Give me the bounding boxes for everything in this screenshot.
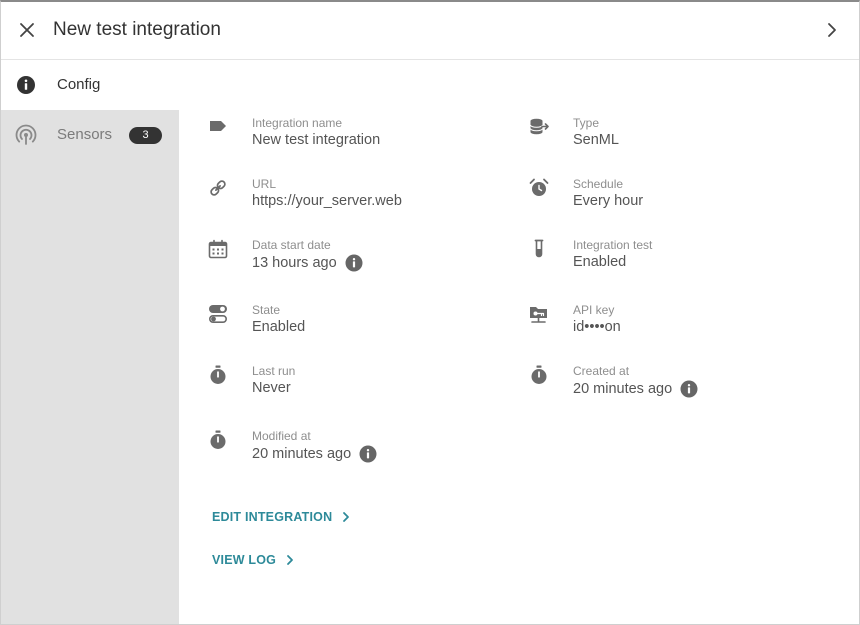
key-folder-icon [528, 303, 550, 325]
field-label: API key [573, 303, 615, 317]
field-label: Type [573, 116, 600, 130]
stopwatch-icon [207, 364, 229, 386]
sidebar-item-sensors[interactable]: Sensors 3 [1, 110, 179, 160]
database-arrow-icon [528, 116, 550, 138]
field-label: Modified at [252, 429, 311, 443]
stopwatch-icon [528, 364, 550, 386]
field-value: Never [252, 380, 291, 396]
field-label: State [252, 303, 281, 317]
sensors-count-badge: 3 [129, 127, 162, 144]
info-circle-icon [15, 74, 37, 96]
field-value: Every hour [573, 193, 644, 209]
field-label: URL [252, 177, 277, 191]
view-log-label: VIEW LOG [212, 553, 277, 567]
field-value: Enabled [252, 319, 306, 335]
sidebar-item-label: Config [57, 76, 101, 93]
sidebar: Config Sensors 3 [1, 60, 179, 624]
field-value: SenML [573, 132, 619, 148]
panel-title: New test integration [53, 19, 221, 40]
field-value: 20 minutes ago [252, 445, 377, 463]
calendar-icon [207, 238, 229, 260]
info-icon[interactable] [680, 380, 698, 398]
chevron-right-icon[interactable] [821, 19, 843, 41]
test-tube-icon [528, 238, 550, 260]
sidebar-item-label: Sensors [57, 126, 113, 143]
field-label: Created at [573, 364, 630, 378]
panel-header: New test integration [1, 2, 859, 60]
sensor-signal-icon [15, 124, 37, 146]
edit-integration-link[interactable]: EDIT INTEGRATION [212, 510, 352, 524]
field-label: Data start date [252, 238, 331, 252]
sidebar-item-config[interactable]: Config [1, 60, 179, 110]
link-icon [207, 177, 229, 199]
info-icon[interactable] [345, 254, 363, 272]
field-value: 13 hours ago [252, 254, 363, 272]
close-icon[interactable] [15, 18, 39, 42]
edit-integration-label: EDIT INTEGRATION [212, 510, 333, 524]
field-label: Schedule [573, 177, 624, 191]
chevron-right-icon [284, 554, 296, 566]
view-log-link[interactable]: VIEW LOG [212, 553, 296, 567]
integration-detail-panel: New test integration Config Sensors 3 In… [0, 0, 860, 625]
field-label: Last run [252, 364, 296, 378]
field-value: Enabled [573, 254, 627, 270]
field-label: Integration test [573, 238, 653, 252]
alarm-clock-icon [528, 177, 550, 199]
stopwatch-icon [207, 429, 229, 451]
tag-icon [207, 116, 229, 138]
field-value: New test integration [252, 132, 381, 148]
chevron-right-icon [340, 511, 352, 523]
field-value: 20 minutes ago [573, 380, 698, 398]
field-label: Integration name [252, 116, 343, 130]
field-value: https://your_server.web [252, 193, 402, 209]
field-value: id••••on [573, 319, 621, 335]
info-icon[interactable] [359, 445, 377, 463]
toggle-icon [207, 303, 229, 325]
